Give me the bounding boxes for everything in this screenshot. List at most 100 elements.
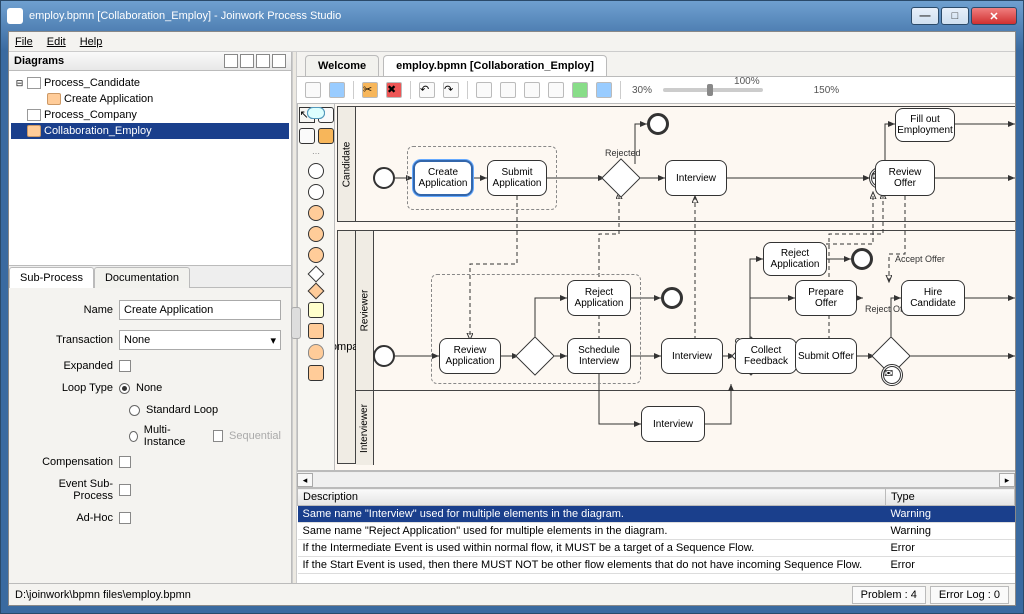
diagrams-panel-header: Diagrams <box>9 52 291 71</box>
task-interview-reviewer[interactable]: Interview <box>661 338 723 374</box>
validate-icon[interactable] <box>572 82 588 98</box>
task-schedule-interview[interactable]: Schedule Interview <box>567 338 631 374</box>
status-problem-count[interactable]: Problem : 4 <box>852 586 926 604</box>
group-icon[interactable] <box>308 323 324 339</box>
tab-documentation[interactable]: Documentation <box>94 267 190 288</box>
task-prepare-offer[interactable]: Prepare Offer <box>795 280 857 316</box>
tree-icon[interactable] <box>240 54 254 68</box>
problem-row[interactable]: If the Start Event is used, then there M… <box>298 557 1015 574</box>
scroll-right-button[interactable]: ▸ <box>999 473 1015 487</box>
undo-icon[interactable]: ↶ <box>419 82 435 98</box>
menu-help[interactable]: Help <box>80 36 103 48</box>
titlebar: employ.bpmn [Collaboration_Employ] - Joi… <box>1 1 1023 31</box>
loop-standard-radio[interactable] <box>129 405 140 416</box>
problem-row[interactable]: Same name "Reject Application" used for … <box>298 523 1015 540</box>
compensation-checkbox[interactable] <box>119 456 131 468</box>
chevron-down-icon: ▾ <box>270 334 276 347</box>
boundary-event-icon[interactable] <box>308 226 324 242</box>
loop-none-radio[interactable] <box>119 383 130 394</box>
editor-tab-file[interactable]: employ.bpmn [Collaboration_Employ] <box>383 55 607 76</box>
end-event[interactable] <box>647 113 669 135</box>
menu-edit[interactable]: Edit <box>47 36 66 48</box>
loop-multi-radio[interactable] <box>129 431 138 442</box>
start-event-icon[interactable] <box>308 163 324 179</box>
tree-node-process-company[interactable]: Process_Company <box>11 107 289 123</box>
task-fill-employment[interactable]: Fill out Employment <box>895 108 955 142</box>
grid-icon[interactable] <box>548 82 564 98</box>
end-event-icon[interactable] <box>308 184 324 200</box>
problem-row[interactable]: Same name "Interview" used for multiple … <box>298 506 1015 523</box>
inter-event-icon[interactable] <box>308 205 324 221</box>
delete-icon[interactable]: ✖ <box>386 82 402 98</box>
properties-panel: Name TransactionNone▾ Expanded Loop Type… <box>9 288 291 583</box>
collapse-icon[interactable] <box>224 54 238 68</box>
intermediate-event-2[interactable]: ✉ <box>881 364 903 386</box>
data-store-icon[interactable] <box>308 344 324 360</box>
gateway-icon[interactable] <box>308 266 325 283</box>
close-button[interactable]: ✕ <box>971 7 1017 25</box>
task-hire-candidate[interactable]: Hire Candidate <box>901 280 965 316</box>
status-path: D:\joinwork\bpmn files\employ.bpmn <box>15 589 191 601</box>
adhoc-checkbox[interactable] <box>119 512 131 524</box>
subprocess-icon <box>47 93 61 105</box>
tree-node-process-candidate[interactable]: ⊟Process_Candidate <box>11 75 289 91</box>
redo-icon[interactable]: ↷ <box>443 82 459 98</box>
tree-node-collaboration-employ[interactable]: Collaboration_Employ <box>11 123 289 139</box>
task-review-application[interactable]: Review Application <box>439 338 501 374</box>
data-object-icon[interactable] <box>308 365 324 381</box>
vertical-splitter[interactable] <box>292 52 297 583</box>
annotation-icon[interactable] <box>308 302 324 318</box>
diagram-canvas[interactable]: Candidate Company Reviewer Interviewer <box>335 104 1015 470</box>
process-icon <box>27 77 41 89</box>
tree-node-create-application[interactable]: Create Application <box>11 91 289 107</box>
task-interview-candidate[interactable]: Interview <box>665 160 727 196</box>
xor-gateway-icon[interactable] <box>308 283 325 300</box>
start-event-reviewer[interactable] <box>373 345 395 367</box>
task-collect-feedback[interactable]: Collect Feedback <box>735 338 797 374</box>
script-tool-icon[interactable] <box>307 107 325 119</box>
editor-tab-welcome[interactable]: Welcome <box>305 55 379 76</box>
new-icon[interactable] <box>305 82 321 98</box>
task-interview-interviewer[interactable]: Interview <box>641 406 705 442</box>
task-submit-application[interactable]: Submit Application <box>487 160 547 196</box>
horizontal-scrollbar[interactable]: ◂ ▸ <box>297 471 1015 487</box>
end-event-reject2[interactable] <box>851 248 873 270</box>
zoom-slider[interactable] <box>663 88 763 92</box>
diagrams-tree[interactable]: ⊟Process_Candidate Create Application Pr… <box>9 71 291 266</box>
task-reject-application-top[interactable]: Reject Application <box>763 242 827 276</box>
transaction-select[interactable]: None▾ <box>119 330 281 350</box>
scroll-left-button[interactable]: ◂ <box>297 473 313 487</box>
lane-tool-icon[interactable] <box>318 128 334 144</box>
expanded-checkbox[interactable] <box>119 360 131 372</box>
align-icon[interactable] <box>476 82 492 98</box>
sequential-checkbox[interactable] <box>213 430 223 442</box>
refresh-icon[interactable] <box>256 54 270 68</box>
task-submit-offer[interactable]: Submit Offer <box>795 338 857 374</box>
end-event-reject[interactable] <box>661 287 683 309</box>
menubar[interactable]: File Edit Help <box>9 32 1015 52</box>
start-event[interactable] <box>373 167 395 189</box>
problems-panel: DescriptionType Same name "Interview" us… <box>297 487 1015 583</box>
message-event-icon[interactable] <box>308 247 324 263</box>
task-create-application[interactable]: Create Application <box>413 160 473 196</box>
name-input[interactable] <box>119 300 281 320</box>
menu-file[interactable]: File <box>15 36 33 48</box>
align2-icon[interactable] <box>500 82 516 98</box>
problem-row[interactable]: If the Intermediate Event is used within… <box>298 540 1015 557</box>
align3-icon[interactable] <box>524 82 540 98</box>
pool-tool-icon[interactable] <box>299 128 315 144</box>
export-icon[interactable] <box>596 82 612 98</box>
palette[interactable]: ↖ ⋯ <box>297 104 335 470</box>
collab-icon <box>27 125 41 137</box>
status-errorlog[interactable]: Error Log : 0 <box>930 586 1009 604</box>
minimize-button[interactable]: — <box>911 7 939 25</box>
editor-toolbar: ✂ ✖ ↶ ↷ 30% 100% 150% <box>297 76 1015 104</box>
task-review-offer[interactable]: Review Offer <box>875 160 935 196</box>
task-reject-application-2[interactable]: Reject Application <box>567 280 631 316</box>
cut-icon[interactable]: ✂ <box>362 82 378 98</box>
tab-subprocess[interactable]: Sub-Process <box>9 267 94 288</box>
save-icon[interactable] <box>329 82 345 98</box>
close-panel-icon[interactable] <box>272 54 286 68</box>
maximize-button[interactable]: □ <box>941 7 969 25</box>
eventsub-checkbox[interactable] <box>119 484 131 496</box>
